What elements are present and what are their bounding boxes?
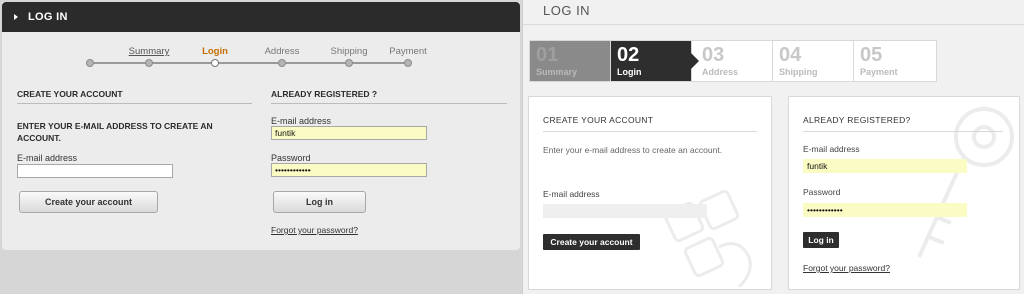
right-page-title: LOG IN [543, 3, 591, 18]
step-05-payment: 05 Payment [854, 41, 935, 81]
step-01-summary[interactable]: 01 Summary [530, 41, 611, 81]
step-arrow-icon [691, 53, 699, 69]
left-forgot-password-link[interactable]: Forgot your password? [271, 225, 358, 235]
right-email-label: E-mail address [803, 144, 860, 154]
right-title-divider [523, 24, 1024, 25]
step-number: 04 [779, 44, 802, 66]
left-password-label: Password [271, 153, 311, 163]
left-page-title: LOG IN [28, 11, 68, 23]
right-registered-title: ALREADY REGISTERED? [803, 115, 911, 125]
step-dot-address [278, 59, 286, 67]
step-login: Login [202, 46, 228, 57]
left-email-label: E-mail address [271, 116, 332, 126]
step-label: Address [702, 67, 739, 77]
step-dot-login [211, 59, 219, 67]
left-registered-title: ALREADY REGISTERED ? [271, 89, 378, 99]
step-dot-payment [404, 59, 412, 67]
step-summary[interactable]: Summary [129, 46, 170, 57]
step-label: Summary [536, 67, 578, 77]
step-number: 03 [702, 44, 725, 66]
left-login-button[interactable]: Log in [273, 191, 366, 213]
left-create-email-input[interactable] [17, 164, 173, 178]
right-create-account-box: CREATE YOUR ACCOUNT Enter your e-mail ad… [528, 96, 772, 290]
step-number: 01 [536, 44, 559, 66]
right-login-panel: LOG IN 01 Summary 02 Login 03 Address 04… [522, 0, 1024, 294]
step-label: Login [617, 67, 642, 77]
keyboard-hand-watermark-icon [663, 189, 752, 287]
left-password-input[interactable] [271, 163, 427, 177]
left-create-account-title: CREATE YOUR ACCOUNT [17, 89, 123, 99]
step-payment: Payment [389, 46, 427, 57]
right-email-input[interactable] [803, 159, 967, 173]
right-create-account-title: CREATE YOUR ACCOUNT [543, 115, 654, 125]
right-checkout-steps: 01 Summary 02 Login 03 Address 04 Shippi… [529, 40, 937, 82]
left-create-email-label: E-mail address [17, 153, 78, 163]
step-address: Address [264, 46, 300, 57]
step-02-login: 02 Login [611, 41, 699, 81]
right-registered-divider [803, 131, 1003, 132]
step-dot-start [86, 59, 94, 67]
step-04-shipping: 04 Shipping [773, 41, 854, 81]
step-03-address: 03 Address [692, 41, 773, 81]
left-login-panel: LOG IN Summary Login Address Shipping Pa… [0, 0, 522, 294]
right-login-button[interactable]: Log in [803, 232, 839, 248]
step-label: Shipping [779, 67, 818, 77]
right-password-input[interactable] [803, 203, 967, 217]
right-password-label: Password [803, 187, 841, 197]
left-create-divider [17, 103, 252, 104]
steps-track [90, 62, 408, 64]
caret-right-icon [14, 14, 18, 20]
right-create-account-button[interactable]: Create your account [543, 234, 640, 250]
key-watermark-icon [917, 107, 1014, 258]
step-shipping: Shipping [330, 46, 368, 57]
right-create-email-label: E-mail address [543, 189, 600, 199]
left-panel-header: LOG IN [2, 2, 520, 32]
left-registered-divider [271, 103, 507, 104]
right-create-email-input[interactable] [543, 204, 707, 218]
left-create-account-button[interactable]: Create your account [19, 191, 158, 213]
right-registered-box: ALREADY REGISTERED? E-mail address Passw… [788, 96, 1020, 290]
right-forgot-password-link[interactable]: Forgot your password? [803, 263, 890, 273]
step-dot-shipping [345, 59, 353, 67]
left-email-input[interactable] [271, 126, 427, 140]
left-create-intro: ENTER YOUR E-MAIL ADDRESS TO CREATE AN A… [17, 121, 213, 143]
right-create-divider [543, 131, 757, 132]
step-dot-summary [145, 59, 153, 67]
step-number: 05 [860, 44, 883, 66]
left-checkout-steps: Summary Login Address Shipping Payment [86, 46, 427, 70]
step-label: Payment [860, 67, 898, 77]
right-create-intro: Enter your e-mail address to create an a… [543, 145, 723, 155]
step-number: 02 [617, 44, 640, 66]
